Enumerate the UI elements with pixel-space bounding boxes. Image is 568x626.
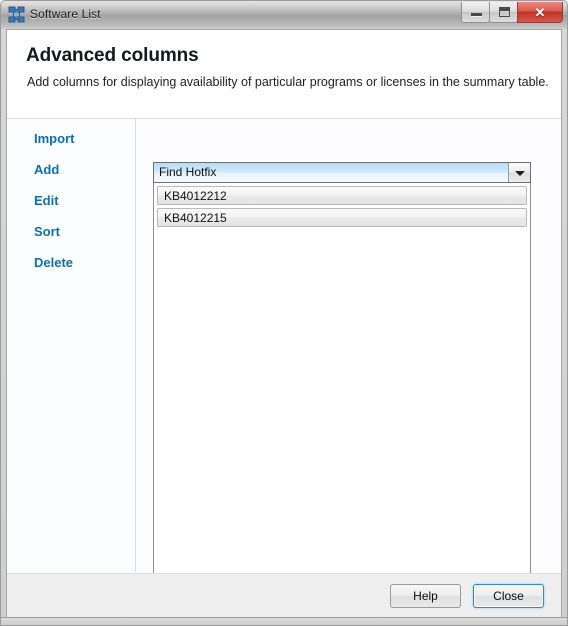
page-title: Advanced columns — [26, 45, 199, 66]
close-button[interactable]: Close — [473, 584, 544, 608]
list-item-label: KB4012215 — [164, 211, 227, 225]
window-frame: Software List ✕ Advanced columns Add col… — [0, 0, 568, 626]
minimize-icon — [471, 13, 482, 16]
page-subtitle: Add columns for displaying availability … — [27, 75, 549, 89]
window-bottom-edge — [1, 617, 567, 625]
combobox-dropdown-button[interactable] — [508, 163, 530, 182]
window-controls: ✕ — [461, 2, 563, 23]
list-item[interactable]: KB4012212 — [157, 186, 527, 205]
hotfix-list-panel[interactable]: KB4012212 KB4012215 — [153, 183, 531, 587]
header-band: Advanced columns Add columns for display… — [7, 30, 561, 119]
footer-bar: Help Close — [7, 573, 561, 620]
restore-button[interactable] — [489, 2, 518, 23]
body-area: Import Add Edit Sort Delete Find Hotfix … — [7, 119, 561, 587]
close-window-button[interactable]: ✕ — [517, 2, 563, 23]
sidebar: Import Add Edit Sort Delete — [7, 119, 136, 572]
window-title: Software List — [30, 7, 101, 21]
minimize-button[interactable] — [461, 2, 490, 23]
chevron-down-icon — [514, 170, 525, 176]
sidebar-item-edit[interactable]: Edit — [34, 193, 59, 208]
restore-icon — [499, 7, 510, 17]
content-area: Find Hotfix KB4012212 KB4012215 — [136, 119, 561, 587]
sidebar-item-import[interactable]: Import — [34, 131, 74, 146]
close-icon: ✕ — [534, 5, 546, 20]
sidebar-item-add[interactable]: Add — [34, 162, 59, 177]
sidebar-item-delete[interactable]: Delete — [34, 255, 73, 270]
client-area: Advanced columns Add columns for display… — [6, 29, 562, 620]
list-item[interactable]: KB4012215 — [157, 208, 527, 227]
find-hotfix-combobox[interactable]: Find Hotfix — [153, 162, 531, 183]
list-item-label: KB4012212 — [164, 189, 227, 203]
sidebar-item-sort[interactable]: Sort — [34, 224, 60, 239]
help-button[interactable]: Help — [390, 584, 461, 608]
title-bar: Software List ✕ — [1, 1, 567, 29]
combobox-selected-value: Find Hotfix — [159, 165, 217, 179]
software-network-icon — [8, 6, 25, 23]
